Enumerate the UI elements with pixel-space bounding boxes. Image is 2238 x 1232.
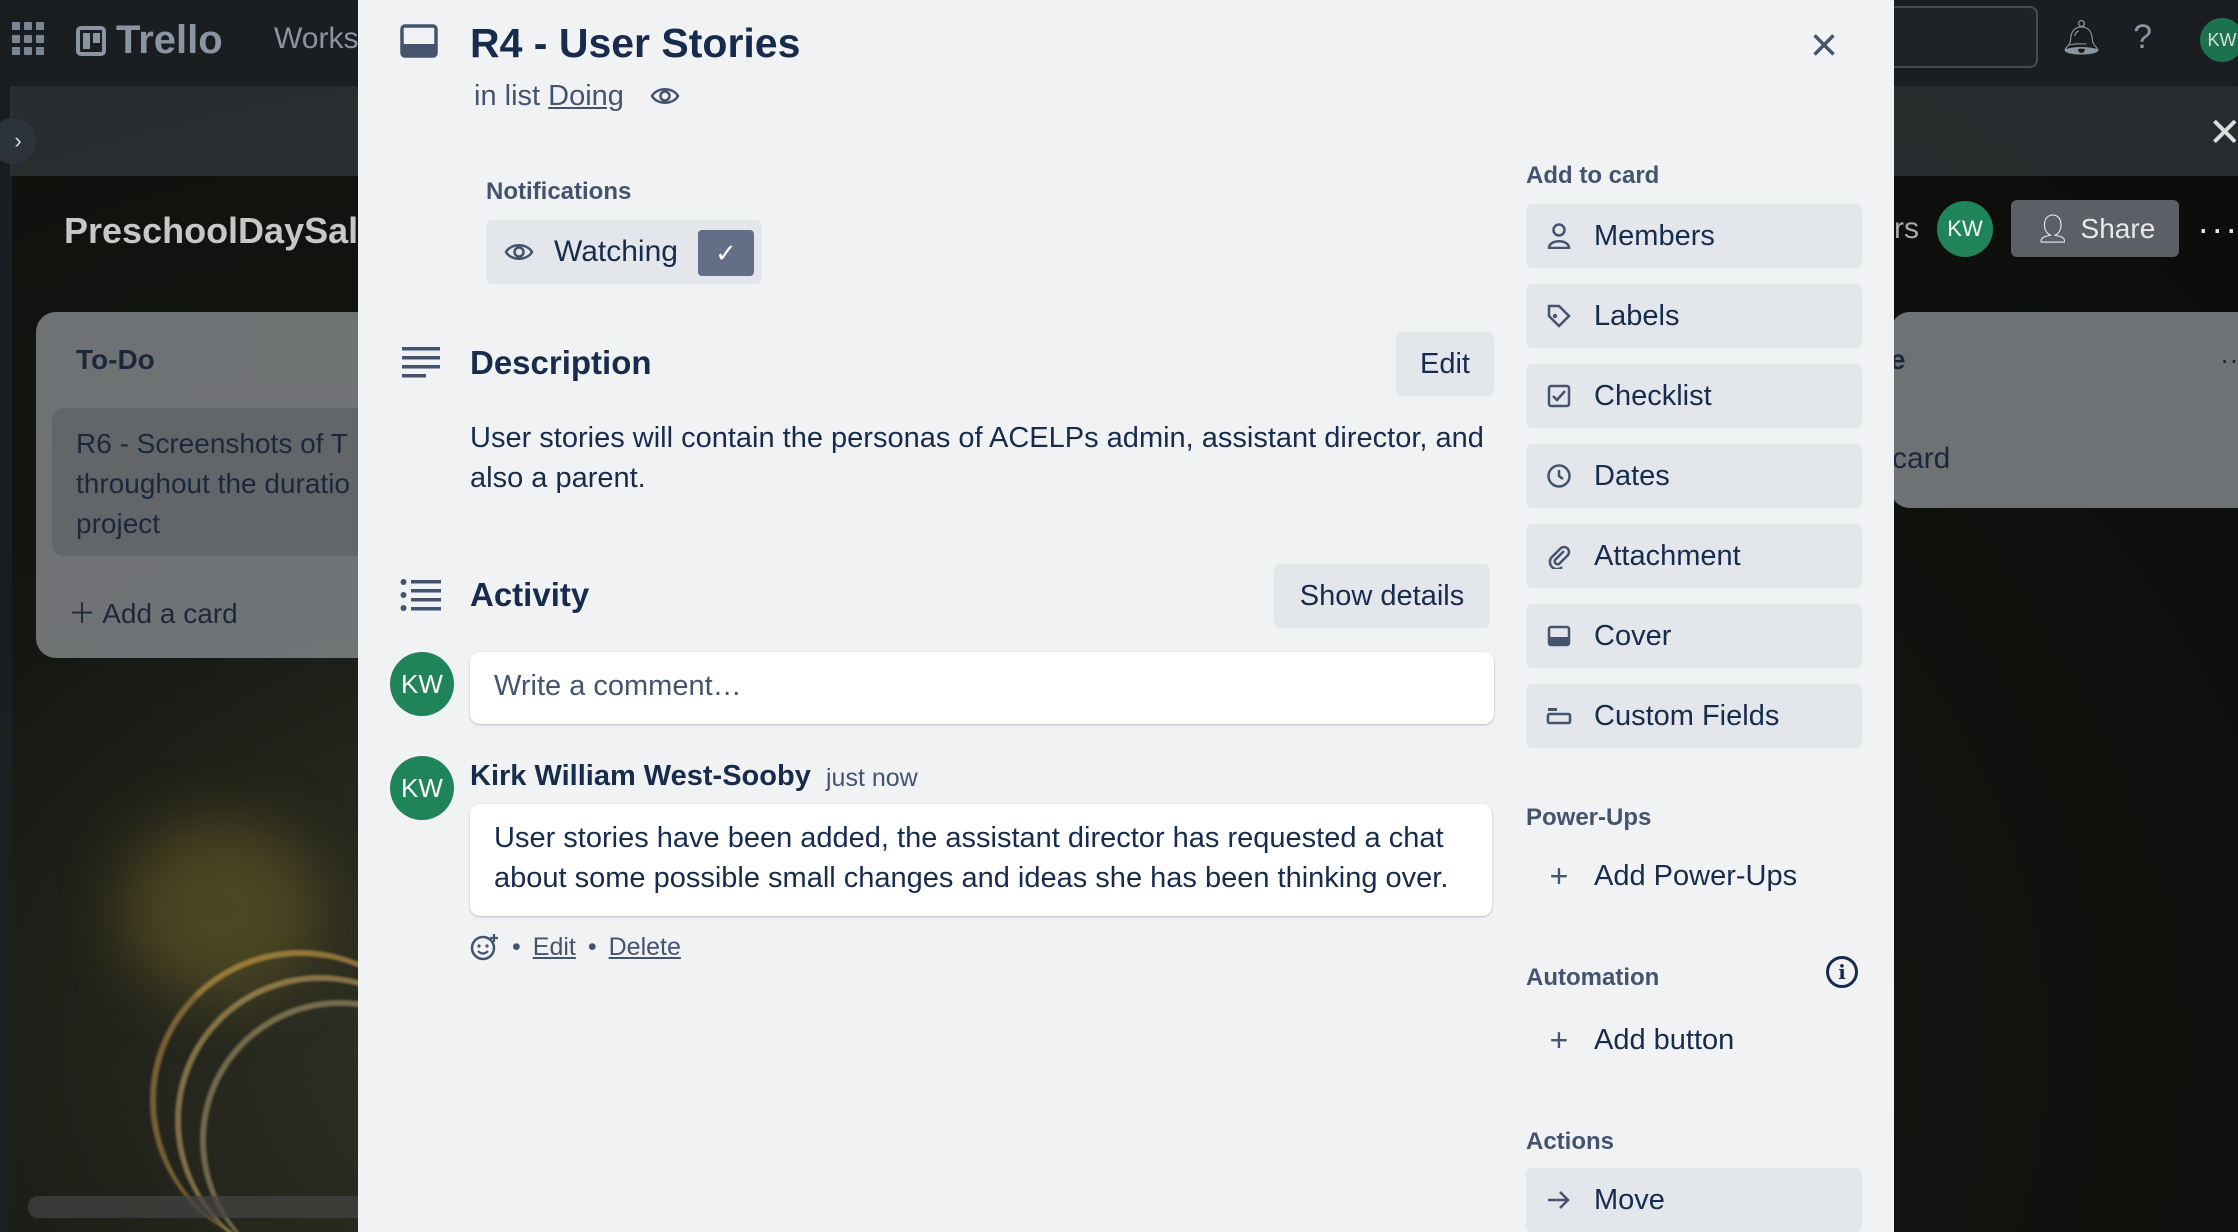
custom-fields-label: Custom Fields — [1594, 699, 1780, 732]
labels-label: Labels — [1594, 299, 1680, 332]
in-list-prefix: in list — [474, 80, 541, 112]
custom-fields-icon — [1546, 706, 1572, 726]
members-label: Members — [1594, 219, 1715, 252]
actions-label: Actions — [1526, 1128, 1615, 1155]
add-reaction-icon[interactable] — [470, 932, 500, 962]
list-menu-icon[interactable]: ··· — [2220, 344, 2238, 376]
separator: • — [512, 932, 521, 961]
share-label: Share — [2080, 212, 2156, 244]
board-header-actions: rs KW 👤︎ Share ··· — [1894, 200, 2238, 257]
show-details-button[interactable]: Show details — [1274, 564, 1490, 628]
checklist-button[interactable]: Checklist — [1526, 364, 1862, 428]
tag-icon — [1546, 303, 1572, 329]
comment-author: Kirk William West-Sooby — [470, 760, 811, 792]
close-icon[interactable]: × — [1810, 22, 1838, 70]
edit-comment-link[interactable]: Edit — [533, 933, 576, 962]
info-icon[interactable]: i — [1826, 956, 1858, 988]
board-header-fragment: rs — [1894, 211, 1919, 245]
eye-icon — [504, 244, 534, 260]
list-done: e card ··· — [1890, 312, 2238, 508]
plus-icon: ＋ — [68, 598, 97, 629]
comment-author-avatar[interactable]: KW — [390, 756, 454, 820]
trello-mark-icon — [76, 25, 106, 56]
board-more-icon[interactable]: ··· — [2197, 208, 2238, 250]
cover-label: Cover — [1594, 619, 1672, 652]
plus-icon: + — [1549, 857, 1569, 894]
list-card[interactable]: R6 - Screenshots of T throughout the dur… — [52, 408, 392, 556]
attachment-button[interactable]: Attachment — [1526, 524, 1862, 588]
card-list-location: in list Doing — [474, 80, 624, 113]
clock-icon — [1546, 463, 1572, 489]
workspaces-menu[interactable]: Works — [274, 22, 358, 56]
current-user-avatar[interactable]: KW — [390, 652, 454, 716]
eye-icon — [650, 88, 680, 104]
delete-comment-link[interactable]: Delete — [609, 933, 681, 962]
card-icon — [400, 24, 438, 58]
banner-close-icon[interactable]: ✕ — [2208, 110, 2238, 156]
app-name: Trello — [116, 18, 223, 62]
list-link[interactable]: Doing — [548, 80, 624, 112]
move-button[interactable]: Move — [1526, 1168, 1862, 1232]
labels-button[interactable]: Labels — [1526, 284, 1862, 348]
comment-text: User stories have been added, the assist… — [470, 804, 1492, 916]
dates-label: Dates — [1594, 459, 1670, 492]
description-text[interactable]: User stories will contain the personas o… — [470, 418, 1500, 498]
add-power-ups-label: Add Power-Ups — [1594, 859, 1798, 892]
checklist-label: Checklist — [1594, 379, 1712, 412]
comment-actions: • Edit • Delete — [470, 932, 681, 962]
add-card-button[interactable]: card — [1892, 442, 1950, 476]
add-person-icon: 👤︎ — [2035, 213, 2071, 244]
members-button[interactable]: Members — [1526, 204, 1862, 268]
description-title: Description — [470, 344, 652, 381]
add-automation-button[interactable]: + Add button — [1526, 1008, 1862, 1072]
custom-fields-button[interactable]: Custom Fields — [1526, 684, 1862, 748]
cover-button[interactable]: Cover — [1526, 604, 1862, 668]
board-member-avatar[interactable]: KW — [1937, 200, 1993, 257]
automation-label: Automation — [1526, 964, 1660, 991]
share-button[interactable]: 👤︎ Share — [2011, 200, 2180, 257]
power-ups-label: Power-Ups — [1526, 804, 1652, 831]
comment-timestamp[interactable]: just now — [826, 764, 918, 793]
checkbox-icon — [1546, 384, 1572, 408]
board-title[interactable]: PreschoolDaySale — [64, 210, 364, 252]
list-title[interactable]: To-Do — [76, 344, 155, 376]
comment-input[interactable]: Write a comment… — [470, 652, 1494, 724]
account-avatar[interactable]: KW — [2200, 18, 2238, 62]
trello-logo[interactable]: Trello — [76, 18, 223, 63]
activity-title: Activity — [470, 576, 590, 613]
separator: • — [587, 932, 597, 961]
arrow-right-icon — [1546, 1189, 1572, 1211]
person-icon — [1546, 223, 1572, 249]
cover-icon — [1546, 625, 1572, 647]
paperclip-icon — [1546, 543, 1572, 569]
app-switcher-icon[interactable] — [12, 22, 46, 56]
help-icon[interactable]: ? — [2133, 18, 2152, 58]
left-sidebar-collapsed — [0, 86, 12, 1232]
list-todo: To-Do R6 - Screenshots of T throughout t… — [36, 312, 392, 658]
move-label: Move — [1594, 1183, 1665, 1216]
board-scrollbar[interactable] — [28, 1196, 368, 1218]
description-icon — [402, 347, 440, 378]
watching-label: Watching — [554, 235, 678, 268]
activity-icon — [400, 579, 441, 611]
chevron-right-icon: › — [14, 128, 22, 153]
add-card-label: Add a card — [102, 598, 238, 629]
attachment-label: Attachment — [1594, 539, 1741, 572]
card-title[interactable]: R4 - User Stories — [470, 20, 800, 67]
plus-icon: + — [1549, 1021, 1569, 1058]
notifications-icon[interactable]: 🔔︎ — [2060, 18, 2103, 58]
add-card-button[interactable]: ＋ Add a card — [68, 592, 238, 632]
add-to-card-label: Add to card — [1526, 162, 1660, 189]
edit-description-button[interactable]: Edit — [1396, 332, 1494, 396]
watch-button[interactable]: Watching ✓ — [486, 220, 762, 284]
dates-button[interactable]: Dates — [1526, 444, 1862, 508]
add-power-ups-button[interactable]: + Add Power-Ups — [1526, 844, 1862, 908]
check-icon: ✓ — [698, 230, 754, 276]
add-button-label: Add button — [1594, 1023, 1735, 1056]
notifications-label: Notifications — [486, 178, 632, 205]
